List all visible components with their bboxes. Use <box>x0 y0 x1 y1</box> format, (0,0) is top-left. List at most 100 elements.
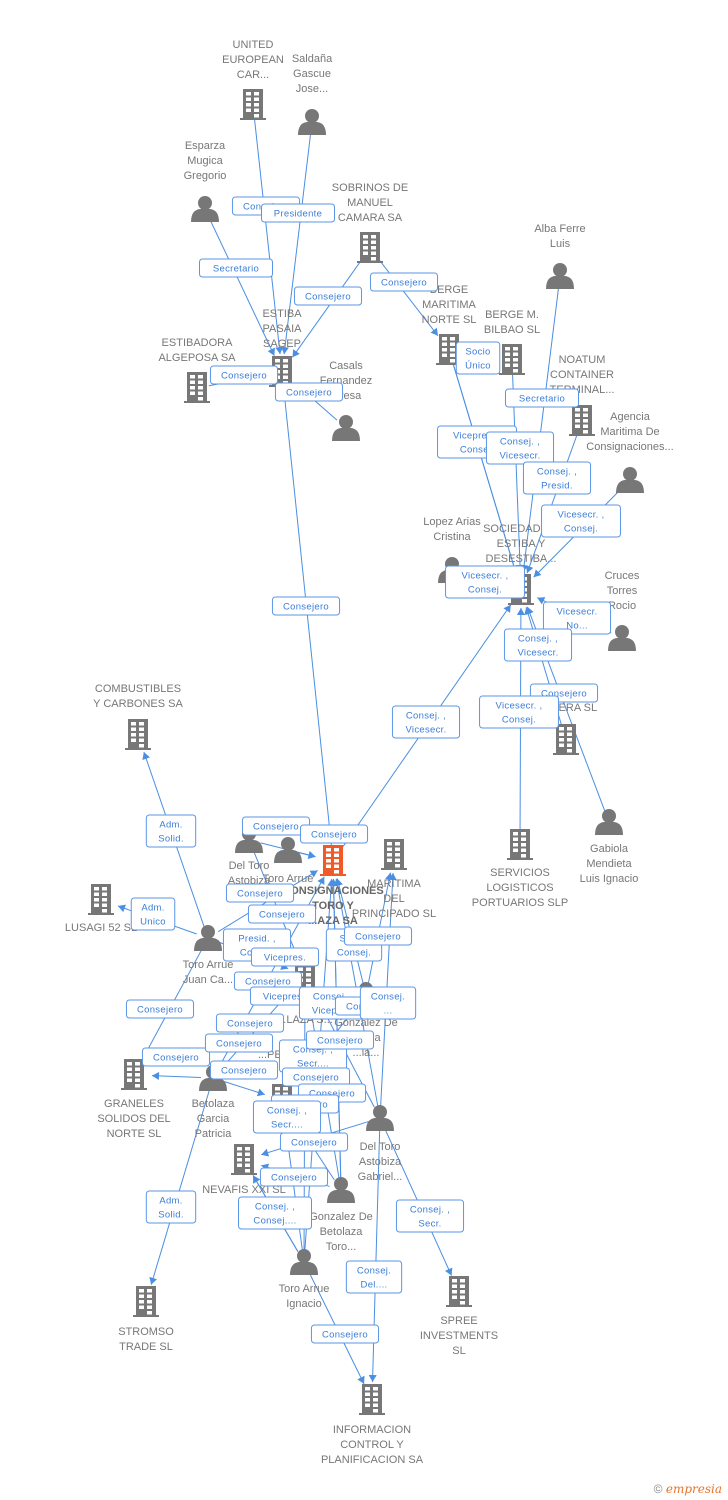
building-icon[interactable] <box>320 845 346 876</box>
role-label[interactable]: Consej. , Vicesecr. <box>503 628 573 662</box>
node-person[interactable]: Toro Arrue <box>263 837 314 885</box>
building-icon[interactable] <box>507 829 533 860</box>
role-text: Consejero <box>286 388 332 399</box>
node-person[interactable]: Esparza Mugica Gregorio <box>184 140 227 222</box>
node-label: STROMSO <box>118 1326 174 1338</box>
node-person[interactable]: Alba Ferre Luis <box>534 223 586 289</box>
role-label[interactable]: Consejero <box>259 1167 329 1187</box>
node-company[interactable]: SERVICIOS LOGISTICOS PORTUARIOS SLP <box>472 829 568 909</box>
node-label: Agencia <box>610 411 651 423</box>
person-icon[interactable] <box>616 467 644 493</box>
node-person[interactable]: Saldaña Gascue Jose... <box>292 53 333 135</box>
role-label[interactable]: Socio Único <box>455 341 501 375</box>
node-person[interactable]: Del Toro Astobiza Gabriel... <box>358 1105 403 1183</box>
empresia-logo[interactable]: empresia <box>666 1482 722 1496</box>
building-icon[interactable] <box>133 1286 159 1317</box>
role-label[interactable]: Consejero <box>281 1067 351 1087</box>
role-label[interactable]: Consejero <box>279 1132 349 1152</box>
role-label[interactable]: Consejero <box>247 904 317 924</box>
person-icon[interactable] <box>327 1177 355 1203</box>
role-label[interactable]: Consejero <box>274 382 344 402</box>
role-label[interactable]: Vicesecr. , Consej. <box>479 695 559 729</box>
building-icon[interactable] <box>381 839 407 870</box>
arrowhead-icon <box>149 1276 157 1285</box>
role-label[interactable]: Consejero <box>215 1013 285 1033</box>
building-icon[interactable] <box>184 372 210 403</box>
role-label[interactable]: Consejero <box>209 1060 279 1080</box>
node-company[interactable]: UNITED EUROPEAN CAR... <box>222 39 284 120</box>
role-label[interactable]: Secretario <box>199 258 273 278</box>
role-label[interactable]: Vicepres. <box>250 947 320 967</box>
role-label[interactable]: Consej. , Vicesecr. <box>391 705 461 739</box>
role-label[interactable]: Consejero <box>141 1047 211 1067</box>
person-icon[interactable] <box>546 263 574 289</box>
role-label[interactable]: Consejero <box>369 272 439 292</box>
role-label[interactable]: Consejero <box>209 365 279 385</box>
role-label[interactable]: Consej. , Presid. <box>522 461 592 495</box>
building-icon[interactable] <box>359 1384 385 1415</box>
role-label[interactable]: Presidente <box>261 203 335 223</box>
node-company[interactable]: COMBUSTIBLES Y CARBONES SA <box>93 683 183 750</box>
role-label[interactable]: Consejero <box>271 596 341 616</box>
role-text: Consej. , <box>500 437 540 448</box>
person-icon[interactable] <box>595 809 623 835</box>
role-label[interactable]: Consejero <box>343 926 413 946</box>
person-icon[interactable] <box>366 1105 394 1131</box>
role-label[interactable]: Consejero <box>305 1030 375 1050</box>
node-person[interactable]: Gonzalez De Betolaza Toro... <box>309 1177 373 1253</box>
building-icon[interactable] <box>240 89 266 120</box>
role-label[interactable]: Consej.... <box>359 986 417 1020</box>
role-label[interactable]: Consejero <box>204 1033 274 1053</box>
person-icon[interactable] <box>194 925 222 951</box>
role-label[interactable]: Consejero <box>241 816 311 836</box>
role-label[interactable]: Consejero <box>225 883 295 903</box>
node-company[interactable]: SOBRINOS DE MANUEL CAMARA SA <box>332 182 408 263</box>
node-person[interactable]: Toro Arrue Ignacio <box>279 1249 330 1310</box>
node-label: Toro Arrue <box>263 873 314 885</box>
person-icon[interactable] <box>290 1249 318 1275</box>
role-label[interactable]: Consejero <box>293 286 363 306</box>
role-label[interactable]: Consejero <box>125 999 195 1019</box>
node-company[interactable]: MARITIMA DEL PRINCIPADO SL <box>352 839 436 920</box>
node-person[interactable]: Agencia Maritima De Consignaciones... <box>586 411 674 493</box>
role-label[interactable]: Vicesecr. , Consej. <box>445 565 525 599</box>
role-text: Consej. , <box>537 467 577 478</box>
role-label[interactable]: Adm. Solid. <box>145 1190 197 1224</box>
node-person[interactable]: Gabiola Mendieta Luis Ignacio <box>580 809 639 885</box>
building-icon[interactable] <box>553 724 579 755</box>
role-label[interactable]: Consej. Del.... <box>345 1260 403 1294</box>
role-label[interactable]: Adm. Unico <box>130 897 176 931</box>
node-label: NOATUM <box>559 354 606 366</box>
node-company[interactable]: SPREE INVESTMENTS SL <box>420 1276 498 1357</box>
role-label[interactable]: Adm. Solid. <box>145 814 197 848</box>
person-icon[interactable] <box>298 109 326 135</box>
role-label[interactable]: Consej. , Secr.... <box>252 1100 322 1134</box>
building-icon[interactable] <box>569 405 595 436</box>
role-label[interactable]: Secretario <box>505 388 579 408</box>
role-text: Consej. <box>502 715 536 726</box>
node-label: NORTE SL <box>107 1128 162 1140</box>
person-icon[interactable] <box>191 196 219 222</box>
node-company[interactable]: INFORMACION CONTROL Y PLANIFICACION SA <box>321 1384 424 1466</box>
node-label: Cruces <box>605 570 640 582</box>
role-label[interactable]: Consej. , Consej.... <box>238 1196 312 1230</box>
building-icon[interactable] <box>231 1144 257 1175</box>
node-company[interactable]: GRANELES SOLIDOS DEL NORTE SL <box>97 1059 171 1140</box>
role-label[interactable]: Consejero <box>299 824 369 844</box>
role-label[interactable]: Vicesecr. , Consej. <box>541 504 621 538</box>
person-icon[interactable] <box>274 837 302 863</box>
node-company[interactable]: STROMSO TRADE SL <box>118 1286 174 1353</box>
building-icon[interactable] <box>499 344 525 375</box>
node-label: CAMARA SA <box>338 212 403 224</box>
building-icon[interactable] <box>357 232 383 263</box>
person-icon[interactable] <box>608 625 636 651</box>
role-label[interactable]: Consej. , Vicesecr. <box>485 431 555 465</box>
node-label: Astobiza <box>359 1156 402 1168</box>
role-label[interactable]: Consejero <box>310 1324 380 1344</box>
arrowhead-icon <box>430 327 438 336</box>
building-icon[interactable] <box>125 719 151 750</box>
role-text: Consejero <box>322 1330 368 1341</box>
building-icon[interactable] <box>88 884 114 915</box>
building-icon[interactable] <box>446 1276 472 1307</box>
role-label[interactable]: Consej. , Secr. <box>395 1199 465 1233</box>
